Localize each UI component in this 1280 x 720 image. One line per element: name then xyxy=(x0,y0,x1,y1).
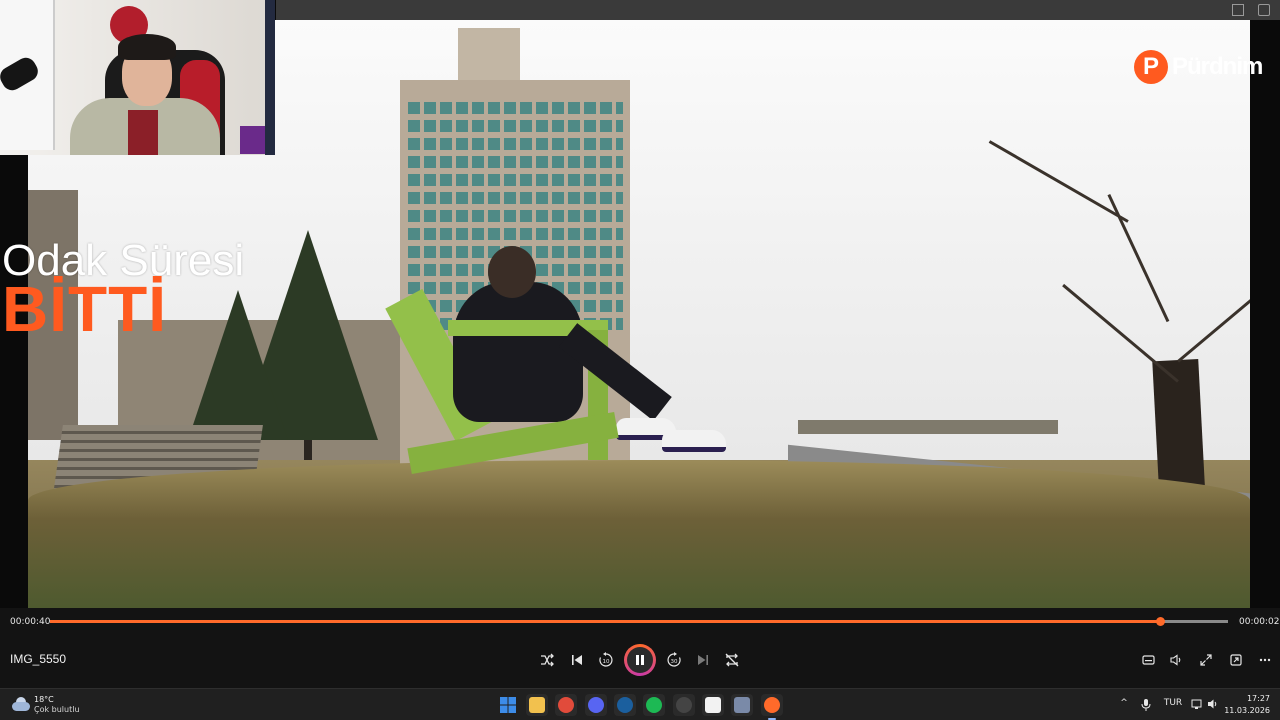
discord-glyph xyxy=(588,697,604,713)
subtitles-icon xyxy=(1142,655,1155,665)
rewind-10-icon: 10 xyxy=(599,652,613,667)
file-title: IMG_5550 xyxy=(10,652,67,666)
taskbar: 18°C Çok bulutlu ^ TUR 17:27 11.03.2026 xyxy=(0,688,1280,720)
seek-progress xyxy=(50,620,1160,623)
webcam-person-shirt xyxy=(128,110,158,155)
forward-button[interactable]: 30 xyxy=(662,648,686,672)
watermark-logo: P Pürdnim xyxy=(1134,50,1274,86)
cloud-icon[interactable] xyxy=(12,697,30,711)
steam-icon[interactable] xyxy=(614,694,636,716)
settings-icon[interactable] xyxy=(731,694,753,716)
start-glyph xyxy=(500,697,516,713)
capcut-glyph xyxy=(705,697,721,713)
fullscreen-button[interactable] xyxy=(1194,648,1218,672)
previous-icon xyxy=(572,655,582,665)
seek-bar[interactable] xyxy=(50,617,1228,626)
media-player-icon[interactable] xyxy=(761,694,783,720)
network-glyph xyxy=(1191,699,1202,709)
capcut-icon[interactable] xyxy=(702,694,724,716)
svg-text:10: 10 xyxy=(603,659,610,665)
fullscreen-icon xyxy=(1200,654,1212,666)
repeat-button[interactable] xyxy=(720,648,744,672)
screen: Odak Süresi BİTTİ P Pürdnim 00:00:40 00:… xyxy=(0,0,1280,720)
next-icon xyxy=(698,655,708,665)
logo-word: Pürdnim xyxy=(1172,53,1263,80)
language-indicator[interactable]: TUR xyxy=(1161,698,1185,708)
video-person-head xyxy=(488,246,536,298)
next-button[interactable] xyxy=(691,648,715,672)
speaker-icon[interactable] xyxy=(1206,698,1220,713)
subtitles-button[interactable] xyxy=(1136,648,1160,672)
discord-icon[interactable] xyxy=(585,694,607,716)
more-options-button[interactable] xyxy=(1253,648,1277,672)
cloud-part xyxy=(12,702,30,711)
play-pause-button[interactable] xyxy=(624,644,656,676)
webcam-overlay xyxy=(0,0,275,155)
shuffle-button[interactable] xyxy=(535,648,559,672)
weather-description[interactable]: Çok bulutlu xyxy=(34,705,80,714)
pause-bar xyxy=(636,655,639,665)
miniplayer-icon xyxy=(1230,654,1242,666)
video-shoe xyxy=(662,430,726,452)
focus-timer-status: BİTTİ xyxy=(2,273,167,345)
file-explorer-icon[interactable] xyxy=(526,694,548,716)
shuffle-icon xyxy=(541,653,554,667)
pause-icon xyxy=(627,647,653,673)
miniplayer-button[interactable] xyxy=(1224,648,1248,672)
video-pine-tree-small xyxy=(188,290,288,440)
file-explorer-glyph xyxy=(529,697,545,713)
weather-temperature[interactable]: 18°C xyxy=(34,695,54,704)
video-grass-mound xyxy=(28,460,1250,608)
start-icon[interactable] xyxy=(497,694,519,716)
webcam-edge xyxy=(265,0,275,155)
repeat-off-icon xyxy=(725,653,739,667)
microphone-icon[interactable] xyxy=(1139,698,1153,715)
chrome-glyph xyxy=(558,697,574,713)
obs-glyph xyxy=(676,697,692,713)
video-tower-top xyxy=(458,28,520,88)
tray-chevron-icon[interactable]: ^ xyxy=(1118,698,1130,708)
elapsed-time: 00:00:40 xyxy=(10,617,51,627)
obs-icon[interactable] xyxy=(673,694,695,716)
more-icon xyxy=(1259,658,1271,662)
forward-30-icon: 30 xyxy=(667,652,681,667)
logo-letter: P xyxy=(1143,53,1160,80)
player-controls: 00:00:40 00:00:02 IMG_5550 10 30 xyxy=(0,608,1280,688)
steam-glyph xyxy=(617,697,633,713)
rewind-button[interactable]: 10 xyxy=(594,648,618,672)
pause-bar xyxy=(641,655,644,665)
seek-thumb[interactable] xyxy=(1155,617,1165,626)
media-player-glyph xyxy=(764,697,780,713)
remaining-time: 00:00:02 xyxy=(1239,617,1280,627)
spotify-glyph xyxy=(646,697,662,713)
network-icon[interactable] xyxy=(1190,698,1204,713)
minimize-icon[interactable] xyxy=(1232,4,1244,16)
video-person-body xyxy=(453,282,583,422)
volume-button[interactable] xyxy=(1164,648,1188,672)
clock-date[interactable]: 11.03.2026 xyxy=(1222,706,1270,715)
chrome-icon[interactable] xyxy=(555,694,577,716)
volume-icon xyxy=(1170,654,1181,666)
webcam-person-hair xyxy=(118,34,176,60)
speaker-glyph xyxy=(1208,699,1217,709)
clock-time[interactable]: 17:27 xyxy=(1230,694,1270,703)
settings-glyph xyxy=(734,697,750,713)
spotify-icon[interactable] xyxy=(643,694,665,716)
close-icon[interactable] xyxy=(1258,4,1270,16)
svg-text:30: 30 xyxy=(671,659,678,665)
player-title-bar xyxy=(276,0,1280,20)
video-bridge xyxy=(798,420,1058,434)
previous-button[interactable] xyxy=(565,648,589,672)
microphone-glyph xyxy=(1141,699,1151,711)
